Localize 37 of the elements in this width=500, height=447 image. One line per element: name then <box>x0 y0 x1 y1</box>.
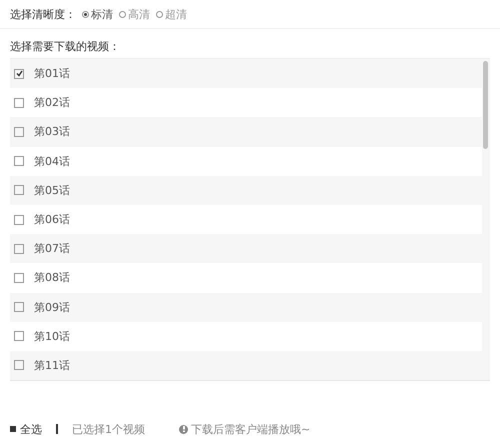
checkbox[interactable] <box>14 156 24 166</box>
info-icon <box>179 424 188 434</box>
quality-label: 选择清晰度： <box>10 6 76 22</box>
episode-title: 第03话 <box>34 124 70 140</box>
episode-row[interactable]: 第05话 <box>10 176 482 205</box>
checkbox[interactable] <box>14 331 24 342</box>
notice-text: 下载后需客户端播放哦~ <box>191 422 310 436</box>
select-all-button[interactable]: 全选 <box>10 422 42 436</box>
selected-count: 已选择1个视频 <box>72 422 145 436</box>
episode-title: 第04话 <box>34 154 70 169</box>
episode-row[interactable]: 第11话 <box>10 350 482 380</box>
episode-row[interactable]: 第09话 <box>10 292 482 322</box>
checkbox[interactable] <box>14 302 24 312</box>
list-label: 选择需要下载的视频： <box>9 39 121 55</box>
checkbox[interactable] <box>14 214 24 225</box>
episode-title: 第06话 <box>34 212 70 228</box>
episode-title: 第10话 <box>34 328 70 344</box>
square-icon <box>10 426 16 432</box>
scrollbar[interactable] <box>482 59 490 380</box>
quality-radio[interactable]: 标清 <box>82 6 113 22</box>
episode-title: 第02话 <box>34 95 70 110</box>
checkbox[interactable] <box>14 126 24 137</box>
episode-title: 第07话 <box>34 241 70 256</box>
checkbox[interactable] <box>14 244 24 254</box>
checkbox[interactable] <box>14 185 24 196</box>
checkbox[interactable] <box>14 98 24 108</box>
episode-title: 第11话 <box>34 358 70 373</box>
episode-title: 第05话 <box>34 182 70 198</box>
checkbox[interactable] <box>14 272 24 283</box>
episode-row[interactable]: 第07话 <box>10 234 482 264</box>
episode-title: 第08话 <box>34 270 70 286</box>
checkbox[interactable] <box>14 68 24 79</box>
episode-row[interactable]: 第03话 <box>10 117 482 147</box>
episode-title: 第09话 <box>34 300 70 315</box>
episode-title: 第01话 <box>34 66 70 82</box>
checkbox[interactable] <box>14 360 24 370</box>
episode-row[interactable]: 第01话 <box>10 59 482 88</box>
